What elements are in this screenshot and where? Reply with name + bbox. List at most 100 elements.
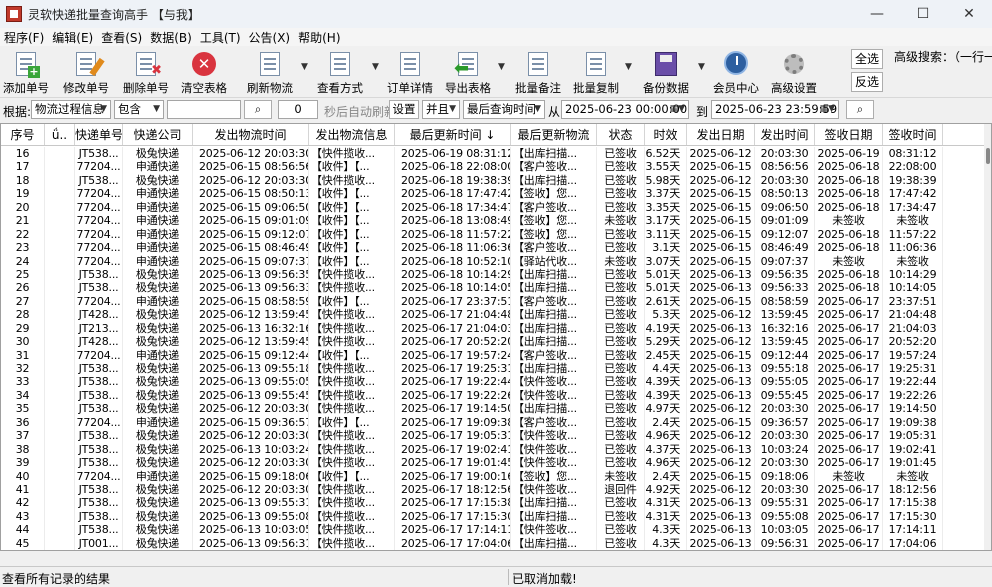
table-row[interactable]: 41 JT538... 极兔快递 2025-06-12 20:03:30 【快件揽收..…: [1, 482, 985, 497]
table-row[interactable]: 23 77204... 申通快递 2025-06-15 08:46:49 【收件】【..…: [1, 241, 985, 255]
batch-copy-button[interactable]: 批量复制: [572, 48, 620, 96]
scrollbar-thumb[interactable]: [986, 148, 990, 164]
cell-send-clock: 20:03:30: [755, 402, 815, 416]
menu-program[interactable]: 程序(F): [0, 29, 48, 46]
export-table-button[interactable]: ⬅ 导出表格: [444, 48, 492, 96]
table-row[interactable]: 20 77204... 申通快递 2025-06-15 09:06:50 【收件】【..…: [1, 200, 985, 215]
column-header-seq[interactable]: 序号: [1, 124, 45, 145]
table-row[interactable]: 42 JT538... 极兔快递 2025-06-13 09:55:31 【快件揽收..…: [1, 496, 985, 510]
cell-sign-time: 18:12:56: [883, 482, 943, 497]
column-header-sign-date[interactable]: 签收日期: [815, 124, 883, 145]
table-row[interactable]: 33 JT538... 极兔快递 2025-06-13 09:55:05 【快件揽收..…: [1, 375, 985, 389]
column-header-duration[interactable]: 时效: [645, 124, 687, 145]
invert-select-button[interactable]: 反选: [851, 72, 883, 92]
logic-select[interactable]: 并且 ▼: [422, 100, 460, 119]
table-row[interactable]: 34 JT538... 极兔快递 2025-06-13 09:55:45 【快件揽收..…: [1, 388, 985, 403]
column-header-send-info[interactable]: 发出物流信息: [309, 124, 395, 145]
column-header-last-update-info[interactable]: 最后更新物流: [511, 124, 597, 145]
operator-select[interactable]: 包含 ▼: [114, 100, 164, 119]
table-row[interactable]: 43 JT538... 极兔快递 2025-06-13 09:55:08 【快件揽收..…: [1, 509, 985, 524]
to-date-picker[interactable]: 2025-06-23 23:59:59 ▦▼: [711, 100, 839, 119]
table-row[interactable]: 27 77204... 申通快递 2025-06-15 08:58:59 【收件】【..…: [1, 294, 985, 309]
column-header-tracking-no[interactable]: 快递单号: [75, 124, 123, 145]
vertical-scrollbar[interactable]: [984, 124, 991, 550]
close-button[interactable]: ✕: [946, 0, 992, 28]
menu-notice[interactable]: 公告(X): [245, 29, 295, 46]
set-button[interactable]: 设置: [389, 100, 419, 119]
backup-dropdown-icon[interactable]: ▼: [698, 62, 705, 72]
cell-courier: 申通快递: [123, 214, 193, 228]
member-center-button[interactable]: 会员中心: [712, 48, 760, 96]
table-row[interactable]: 45 JT001... 极兔快递 2025-06-13 09:56:31 【快件揽收..…: [1, 536, 985, 550]
date-search-button[interactable]: ⌕: [846, 100, 874, 119]
table-row[interactable]: 24 77204... 申通快递 2025-06-15 09:07:37 【收件】【..…: [1, 254, 985, 268]
batch-note-button[interactable]: 批量备注: [514, 48, 562, 96]
table-row[interactable]: 17 77204... 申通快递 2025-06-15 08:56:56 【收件】【..…: [1, 160, 985, 174]
cell-sign-date: 未签收: [815, 254, 883, 268]
menu-edit[interactable]: 编辑(E): [48, 29, 97, 46]
table-row[interactable]: 19 77204... 申通快递 2025-06-15 08:50:13 【收件】【..…: [1, 187, 985, 201]
table-row[interactable]: 18 JT538... 极兔快递 2025-06-12 20:03:30 【快件揽收..…: [1, 173, 985, 188]
menu-help[interactable]: 帮助(H): [294, 29, 344, 46]
maximize-button[interactable]: ☐: [900, 0, 946, 28]
table-row[interactable]: 44 JT538... 极兔快递 2025-06-13 10:03:05 【快件揽收..…: [1, 523, 985, 537]
table-row[interactable]: 16 JT538... 极兔快递 2025-06-12 20:03:30 【快件揽收..…: [1, 147, 985, 161]
time-field-select[interactable]: 最后查询时间 ▼: [463, 100, 545, 119]
clear-table-button[interactable]: ✕ 清空表格: [180, 48, 228, 96]
column-header-send-time[interactable]: 发出物流时间: [193, 124, 309, 145]
keyword-input[interactable]: [167, 100, 241, 119]
search-icon: ⌕: [856, 102, 864, 116]
copy-dropdown-icon[interactable]: ▼: [625, 62, 632, 72]
select-all-button[interactable]: 全选: [851, 49, 883, 69]
table-row[interactable]: 31 77204... 申通快递 2025-06-15 09:12:44 【收件】【..…: [1, 348, 985, 362]
table-row[interactable]: 38 JT538... 极兔快递 2025-06-13 10:03:24 【快件揽收..…: [1, 442, 985, 457]
table-row[interactable]: 32 JT538... 极兔快递 2025-06-13 09:55:18 【快件揽收..…: [1, 362, 985, 376]
column-header-sign-time[interactable]: 签收时间: [883, 124, 943, 145]
cell-mark: [45, 348, 75, 362]
table-row[interactable]: 22 77204... 申通快递 2025-06-15 09:12:07 【收件】【..…: [1, 227, 985, 242]
column-header-courier[interactable]: 快递公司: [123, 124, 193, 145]
advanced-settings-button[interactable]: 高级设置: [770, 48, 818, 96]
menu-view[interactable]: 查看(S): [97, 29, 146, 46]
cell-sign-date: 2025-06-17: [815, 308, 883, 322]
table-row[interactable]: 28 JT428... 极兔快递 2025-06-12 13:59:45 【快件揽收..…: [1, 308, 985, 322]
refresh-logistics-button[interactable]: 刷新物流: [246, 48, 294, 96]
refresh-dropdown-icon[interactable]: ▼: [301, 62, 308, 72]
backup-data-button[interactable]: 备份数据: [642, 48, 690, 96]
table-row[interactable]: 37 JT538... 极兔快递 2025-06-12 20:03:30 【快件揽收..…: [1, 429, 985, 443]
menu-data[interactable]: 数据(B): [146, 29, 196, 46]
cell-send-time: 2025-06-12 20:03:30: [193, 482, 309, 497]
table-row[interactable]: 35 JT538... 极兔快递 2025-06-12 20:03:30 【快件揽收..…: [1, 402, 985, 416]
menu-tools[interactable]: 工具(T): [196, 29, 245, 46]
view-mode-button[interactable]: 查看方式: [316, 48, 364, 96]
view-dropdown-icon[interactable]: ▼: [372, 62, 379, 72]
minimize-button[interactable]: —: [854, 0, 900, 28]
export-dropdown-icon[interactable]: ▼: [498, 62, 505, 72]
from-date-picker[interactable]: 2025-06-23 00:00:00 ▦▼: [561, 100, 689, 119]
column-header-send-clock[interactable]: 发出时间: [755, 124, 815, 145]
refresh-seconds-input[interactable]: 0: [278, 100, 318, 119]
delete-number-button[interactable]: ✖ 删除单号: [122, 48, 170, 96]
cell-sign-time: 17:15:38: [883, 496, 943, 510]
table-row[interactable]: 40 77204... 申通快递 2025-06-15 09:18:06 【收件】【..…: [1, 469, 985, 483]
field-select[interactable]: 物流过程信息 ▼: [31, 100, 111, 119]
tracking-table: 序号 ǘ.. 快递单号 快递公司 发出物流时间 发出物流信息 最后更新时间 ↓ 最后更新物流状…: [0, 123, 992, 551]
table-row[interactable]: 29 JT213... 极兔快递 2025-06-13 16:32:16 【快件揽收..…: [1, 321, 985, 336]
table-row[interactable]: 30 JT428... 极兔快递 2025-06-12 13:59:45 【快件揽收..…: [1, 335, 985, 349]
edit-number-button[interactable]: 修改单号: [62, 48, 110, 96]
order-detail-button[interactable]: 订单详情: [386, 48, 434, 96]
column-header-status[interactable]: 状态: [597, 124, 645, 145]
add-number-button[interactable]: + 添加单号: [2, 48, 50, 96]
search-button[interactable]: ⌕: [244, 100, 272, 119]
table-row[interactable]: 26 JT538... 极兔快递 2025-06-13 09:56:33 【快件揽收..…: [1, 281, 985, 295]
table-row[interactable]: 25 JT538... 极兔快递 2025-06-13 09:56:35 【快件揽收..…: [1, 267, 985, 282]
table-row[interactable]: 39 JT538... 极兔快递 2025-06-12 20:03:30 【快件揽收..…: [1, 456, 985, 470]
table-row[interactable]: 21 77204... 申通快递 2025-06-15 09:01:09 【收件】【..…: [1, 214, 985, 228]
column-header-mark[interactable]: ǘ..: [45, 124, 75, 145]
table-row[interactable]: 36 77204... 申通快递 2025-06-15 09:36:57 【收件】【..…: [1, 415, 985, 430]
cell-last-update-info: 【签收】您...: [511, 469, 597, 483]
filter-bar: 根据: 物流过程信息 ▼ 包含 ▼ ⌕ 0 秒后自动刷新 设置 并且 ▼ 最后查询时间…: [0, 98, 992, 122]
column-header-last-update-time[interactable]: 最后更新时间 ↓: [395, 124, 511, 145]
column-header-send-date[interactable]: 发出日期: [687, 124, 755, 145]
cell-tracking-no: 77204...: [75, 415, 123, 430]
